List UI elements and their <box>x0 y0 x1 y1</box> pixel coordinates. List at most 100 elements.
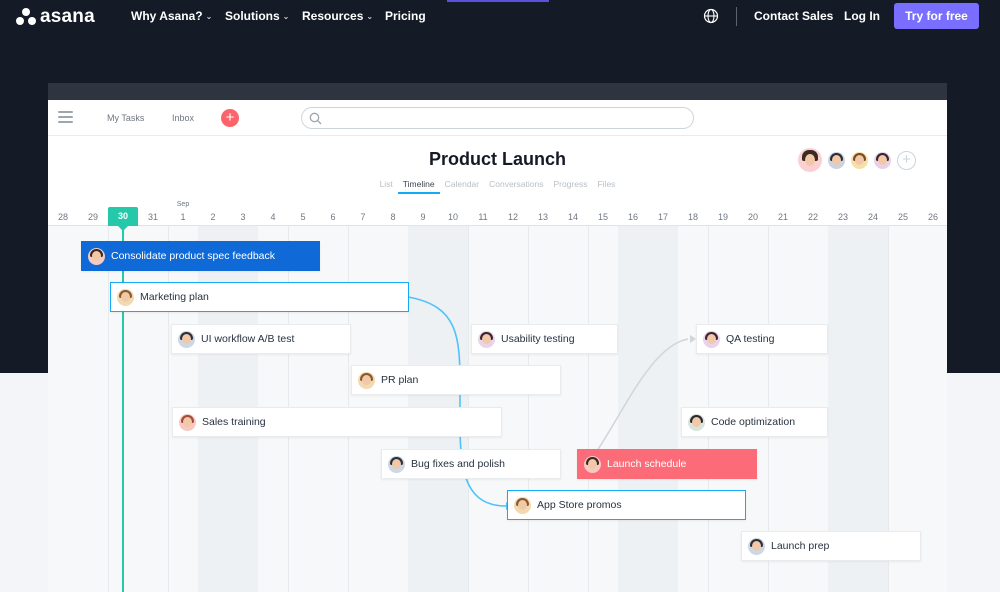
task-name: Sales training <box>202 416 266 428</box>
assignee-avatar <box>117 288 134 306</box>
app-preview: My Tasks Inbox + Product Launch List Tim… <box>48 83 947 592</box>
assignee-avatar <box>748 537 765 555</box>
timeline-date-header: Sep 28 29 30 31 1 2 3 4 5 6 7 8 9 10 11 12 13 14 15 16 17 18 1… <box>48 196 947 231</box>
globe-icon[interactable] <box>703 8 719 24</box>
hamburger-menu-icon[interactable] <box>58 111 73 123</box>
asana-logo[interactable]: asana <box>16 6 95 28</box>
task-bar[interactable]: Usability testing <box>471 324 618 354</box>
top-navigation: asana Why Asana? ⌄ Solutions ⌄ Resources ⌄ … <box>0 0 1000 34</box>
month-label: Sep <box>176 201 190 208</box>
assignee-avatar <box>703 330 720 348</box>
assignee-avatar <box>688 413 705 431</box>
member-avatar[interactable] <box>874 151 891 169</box>
add-member-button[interactable]: + <box>897 150 916 170</box>
chevron-down-icon: ⌄ <box>282 11 290 21</box>
tab-timeline[interactable]: Timeline <box>397 179 440 194</box>
asana-logo-icon <box>16 8 36 26</box>
member-avatar[interactable] <box>851 151 868 169</box>
task-bar[interactable]: Code optimization <box>681 407 828 437</box>
date-label: 13 <box>537 212 548 222</box>
date-label: 26 <box>927 212 938 222</box>
login-link[interactable]: Log In <box>844 9 880 23</box>
task-name: Consolidate product spec feedback <box>111 250 276 262</box>
date-label: 16 <box>627 212 638 222</box>
task-name: PR plan <box>381 374 419 386</box>
contact-sales-link[interactable]: Contact Sales <box>754 9 833 23</box>
quick-add-button[interactable]: + <box>221 109 239 127</box>
date-label: 22 <box>807 212 818 222</box>
member-avatar[interactable] <box>828 151 845 169</box>
nav-solutions[interactable]: Solutions ⌄ <box>225 9 289 23</box>
date-label: 25 <box>897 212 908 222</box>
nav-divider <box>736 7 737 26</box>
nav-resources[interactable]: Resources ⌄ <box>302 9 373 23</box>
task-name: App Store promos <box>537 499 622 511</box>
task-bar[interactable]: Marketing plan <box>110 282 409 312</box>
brand-name: asana <box>40 6 95 27</box>
today-line <box>122 226 124 592</box>
date-label: 23 <box>837 212 848 222</box>
date-label: 10 <box>447 212 458 222</box>
task-bar[interactable]: Bug fixes and polish <box>381 449 561 479</box>
task-name: Launch schedule <box>607 458 687 470</box>
assignee-avatar <box>179 413 196 431</box>
chevron-down-icon: ⌄ <box>205 11 213 21</box>
task-bar[interactable]: PR plan <box>351 365 561 395</box>
tab-progress[interactable]: Progress <box>548 179 592 194</box>
tab-conversations[interactable]: Conversations <box>484 179 548 194</box>
task-name: QA testing <box>726 333 775 345</box>
project-header: Product Launch List Timeline Calendar Co… <box>48 136 947 196</box>
contact-sales-label: Contact Sales <box>754 9 834 23</box>
date-label: 28 <box>57 212 68 222</box>
assignee-avatar <box>88 247 105 265</box>
date-label: 19 <box>717 212 728 222</box>
task-bar[interactable]: Consolidate product spec feedback <box>81 241 320 271</box>
project-tabs: List Timeline Calendar Conversations Pro… <box>48 179 947 194</box>
try-for-free-button[interactable]: Try for free <box>894 3 979 29</box>
my-tasks-link[interactable]: My Tasks <box>107 113 144 123</box>
task-name: Bug fixes and polish <box>411 458 505 470</box>
assignee-avatar <box>584 455 601 473</box>
search-icon <box>309 112 322 125</box>
inbox-link[interactable]: Inbox <box>172 113 194 123</box>
assignee-avatar <box>358 371 375 389</box>
task-name: Launch prep <box>771 540 830 552</box>
task-name: UI workflow A/B test <box>201 333 295 345</box>
date-label: 1 <box>180 212 186 222</box>
chevron-down-icon: ⌄ <box>366 11 374 21</box>
task-bar[interactable]: App Store promos <box>507 490 746 520</box>
date-label: 20 <box>747 212 758 222</box>
date-label: 9 <box>420 212 426 222</box>
assignee-avatar <box>514 496 531 514</box>
date-label: 5 <box>300 212 306 222</box>
app-header: My Tasks Inbox + <box>48 100 947 136</box>
date-label: 24 <box>867 212 878 222</box>
task-name: Usability testing <box>501 333 575 345</box>
assignee-avatar <box>178 330 195 348</box>
task-bar[interactable]: Sales training <box>172 407 502 437</box>
task-bar[interactable]: UI workflow A/B test <box>171 324 351 354</box>
nav-accent-bar <box>447 0 549 2</box>
date-label: 18 <box>687 212 698 222</box>
member-avatar[interactable] <box>798 148 822 172</box>
nav-pricing[interactable]: Pricing <box>385 9 426 23</box>
tab-calendar[interactable]: Calendar <box>440 179 485 194</box>
date-label: 11 <box>478 212 488 222</box>
app-window-bar <box>48 83 947 100</box>
task-bar[interactable]: QA testing <box>696 324 828 354</box>
tab-list[interactable]: List <box>375 179 398 194</box>
date-label: 21 <box>777 212 788 222</box>
tab-files[interactable]: Files <box>592 179 620 194</box>
task-bar[interactable]: Launch prep <box>741 531 921 561</box>
nav-why-asana[interactable]: Why Asana? ⌄ <box>131 9 212 23</box>
project-members: + <box>798 148 916 172</box>
assignee-avatar <box>388 455 405 473</box>
search-input[interactable] <box>301 107 694 129</box>
date-label: 31 <box>147 212 158 222</box>
date-label: 8 <box>390 212 396 222</box>
task-bar[interactable]: Launch schedule <box>577 449 757 479</box>
date-label: 12 <box>507 212 518 222</box>
nav-solutions-label: Solutions <box>225 9 280 23</box>
date-label: 15 <box>597 212 608 222</box>
date-label: 4 <box>270 212 276 222</box>
